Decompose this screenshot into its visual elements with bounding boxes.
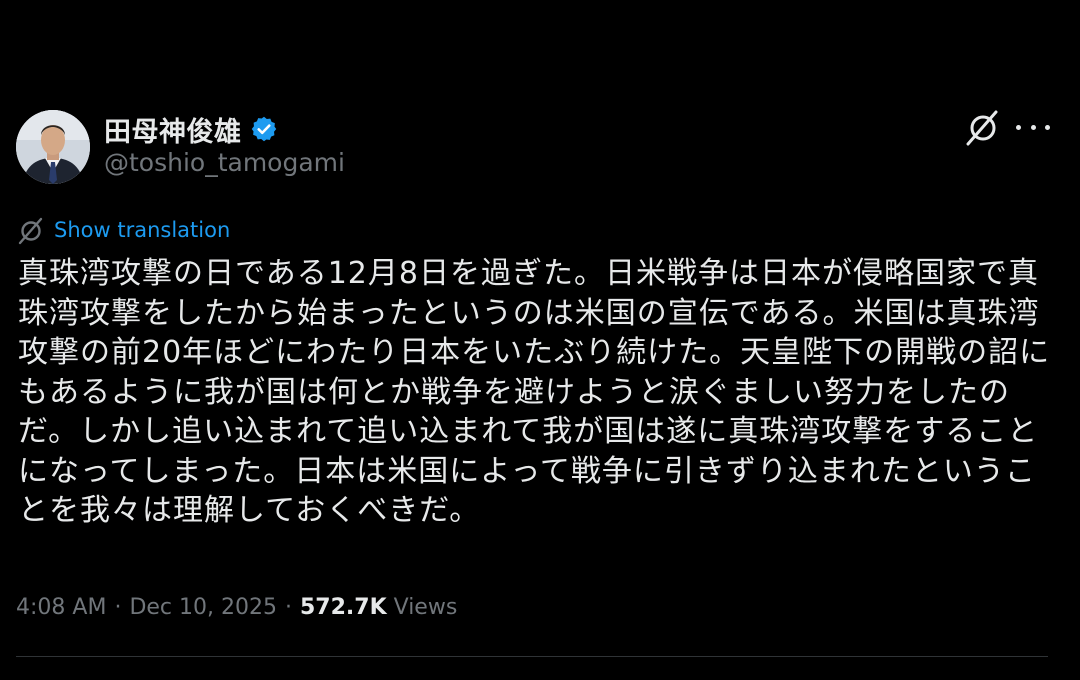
divider [16, 656, 1048, 657]
tweet-text-line: 攻撃の前20年ほどにわたり日本をいたぶり続けた。天皇陛下の開戦の詔に [18, 335, 1051, 370]
tweet-meta: 4:08 AM · Dec 10, 2025 · 572.7K Views [16, 590, 457, 624]
tweet-text-line: だ。しかし追い込まれて追い込まれて我が国は遂に真珠湾攻撃をすること [18, 414, 1039, 449]
views-count: 572.7K [299, 594, 387, 620]
meta-separator: · [114, 594, 122, 620]
tweet-text-line: 珠湾攻撃をしたから始まったというのは米国の宣伝である。米国は真珠湾 [18, 295, 1040, 331]
more-options-icon[interactable] [1016, 112, 1050, 142]
views-label: Views [393, 594, 458, 620]
meta-separator: · [284, 594, 292, 620]
tweet-time[interactable]: 4:08 AM [16, 595, 106, 620]
tweet-text-line: とを我々は理解しておくべきだ。 [18, 493, 481, 528]
translate-icon [16, 215, 46, 245]
grok-icon[interactable] [962, 106, 1004, 148]
tweet-text-line: になってしまった。日本は米国によって戦争に引きずり込まれたというこ [18, 453, 1036, 489]
tweet-text-line: もあるように我が国は何とか戦争を避けようと涙ぐましい努力をしたの [18, 374, 1010, 410]
author-display-name[interactable]: 田母神俊雄 [104, 110, 242, 149]
author-handle[interactable]: @toshio_tamogami [104, 148, 345, 177]
author-name-row: 田母神俊雄 [104, 110, 278, 148]
show-translation-button[interactable]: Show translation [16, 213, 230, 247]
verified-badge-icon [250, 115, 278, 143]
more-dot [1016, 124, 1021, 130]
tweet-text: 真珠湾攻撃の日である12月8日を過ぎた。日米戦争は日本が侵略国家で真 珠湾攻撃を… [18, 254, 1051, 531]
more-dot [1030, 124, 1036, 130]
avatar[interactable] [16, 110, 90, 184]
show-translation-label[interactable]: Show translation [54, 218, 230, 242]
tweet-date[interactable]: Dec 10, 2025 [129, 595, 277, 620]
tweet-text-line: 真珠湾攻撃の日である12月8日を過ぎた。日米戦争は日本が侵略国家で真 [18, 256, 1039, 291]
tweet-detail: 田母神俊雄 @toshio_tamogami Show translation [0, 0, 1080, 680]
more-dot [1045, 124, 1050, 130]
